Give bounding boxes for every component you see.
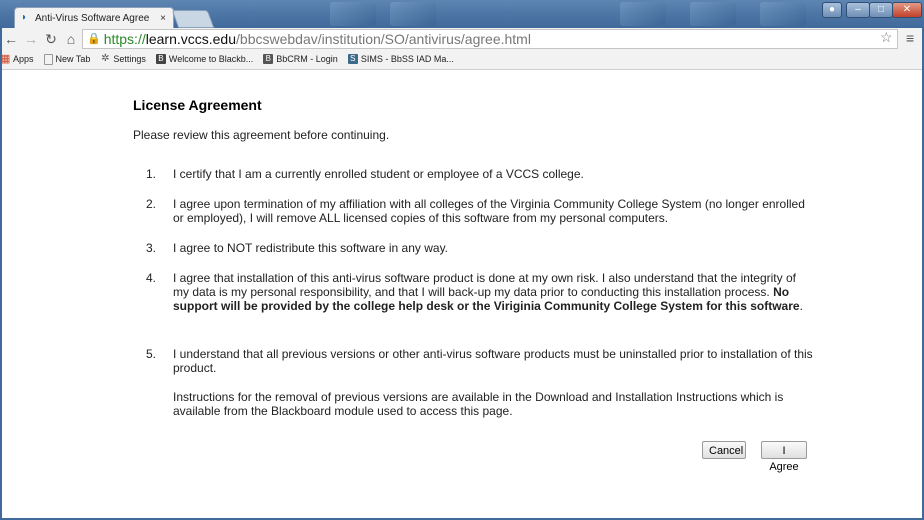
item-number: 4.: [146, 271, 157, 285]
user-icon[interactable]: ●: [822, 2, 842, 18]
maximize-button[interactable]: □: [869, 2, 893, 18]
tab-title: Anti-Virus Software Agree: [35, 12, 150, 24]
gear-icon: ✲: [101, 53, 110, 64]
cancel-button[interactable]: Cancel: [702, 441, 746, 459]
item-text: I understand that all previous versions …: [173, 347, 813, 375]
url-host: learn.vccs.edu: [145, 31, 237, 47]
item-number: 1.: [146, 167, 157, 181]
removal-instructions-text: Instructions for the removal of previous…: [173, 390, 784, 418]
bookmark-label: SIMS - BbSS IAD Ma...: [360, 54, 454, 64]
address-bar[interactable]: 🔒 https://learn.vccs.edu/bbcswebdav/inst…: [82, 29, 898, 49]
background-decoration: [690, 2, 736, 26]
bookmark-bbcrm[interactable]: B BbCRM - Login: [263, 54, 338, 64]
page-title: License Agreement: [133, 97, 262, 113]
background-decoration: [620, 2, 666, 26]
page-content: License Agreement Please review this agr…: [0, 70, 924, 520]
item-text-plain: I agree that installation of this anti-v…: [173, 271, 796, 299]
bbcrm-icon: B: [263, 54, 274, 64]
bookmark-apps[interactable]: ▦ Apps: [0, 54, 34, 65]
forward-arrow-icon[interactable]: →: [22, 30, 40, 48]
item-text-tail: .: [799, 299, 803, 313]
menu-icon[interactable]: ≡: [906, 30, 914, 46]
bookmark-new-tab[interactable]: New Tab: [43, 53, 91, 65]
window-titlebar: ◗ Anti-Virus Software Agree × ● – □ ✕: [0, 0, 924, 28]
item-number: 5.: [146, 347, 157, 361]
sims-icon: S: [347, 54, 358, 64]
reload-icon[interactable]: ↻: [42, 30, 60, 48]
item-number: 3.: [146, 241, 157, 255]
item-number: 2.: [146, 197, 157, 211]
bookmark-settings[interactable]: ✲ Settings: [100, 53, 146, 65]
bookmark-label: BbCRM - Login: [276, 54, 338, 64]
background-decoration: [760, 2, 806, 26]
blackboard-icon: B: [155, 54, 166, 64]
bookmarks-bar: ▦ Apps New Tab ✲ Settings B Welcome to Blac…: [0, 50, 464, 68]
close-tab-icon[interactable]: ×: [157, 13, 169, 24]
new-tab-button[interactable]: [171, 10, 215, 28]
bookmark-blackboard[interactable]: B Welcome to Blackb...: [155, 54, 254, 64]
bookmark-label: Settings: [113, 54, 146, 64]
page-icon: [43, 53, 53, 65]
agree-button[interactable]: I Agree: [761, 441, 807, 473]
lock-icon: 🔒: [87, 33, 101, 45]
item-text: I agree to NOT redistribute this softwar…: [173, 241, 449, 255]
bookmark-sims[interactable]: S SIMS - BbSS IAD Ma...: [347, 54, 454, 64]
item-text: I certify that I am a currently enrolled…: [173, 167, 584, 181]
browser-toolbar: ← → ↻ ⌂ 🔒 https://learn.vccs.edu/bbcsweb…: [0, 28, 924, 70]
background-decoration: [330, 2, 376, 26]
close-window-button[interactable]: ✕: [892, 2, 922, 18]
bookmark-label: Welcome to Blackb...: [168, 54, 254, 64]
browser-tab[interactable]: ◗ Anti-Virus Software Agree ×: [14, 7, 174, 28]
intro-text: Please review this agreement before cont…: [133, 128, 390, 142]
item-text: I agree upon termination of my affiliati…: [173, 197, 805, 225]
back-arrow-icon[interactable]: ←: [2, 30, 20, 48]
window-border: [0, 28, 2, 520]
item-text: I agree that installation of this anti-v…: [173, 271, 813, 313]
bookmark-label: New Tab: [55, 54, 91, 64]
favicon-icon: ◗: [21, 12, 28, 23]
home-icon[interactable]: ⌂: [62, 30, 80, 48]
bookmark-star-icon[interactable]: ☆: [880, 29, 893, 46]
minimize-button[interactable]: –: [846, 2, 870, 18]
background-decoration: [390, 2, 436, 26]
url-scheme: https://: [103, 31, 146, 47]
bookmark-label: Apps: [13, 54, 34, 64]
url-path: /bbcswebdav/institution/SO/antivirus/agr…: [236, 31, 531, 47]
